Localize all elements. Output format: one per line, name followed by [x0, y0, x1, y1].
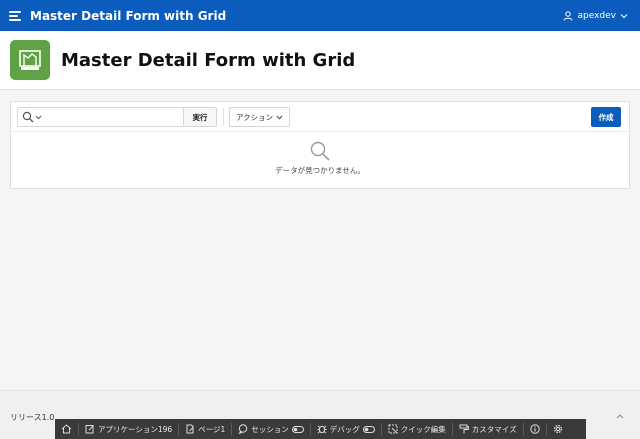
- report-toolbar: 実行 アクション 作成: [11, 102, 629, 132]
- devbar-debug-label: デバッグ: [329, 424, 360, 434]
- devbar-customize[interactable]: カスタマイズ: [453, 419, 523, 439]
- developer-toolbar: アプリケーション196 ページ1 セッション デバッグ クイック編集 カスタマイ…: [55, 419, 586, 439]
- search-icon: [310, 141, 330, 161]
- toggle-icon: [362, 425, 375, 433]
- session-icon: [238, 424, 248, 434]
- toggle-icon: [291, 425, 304, 433]
- devbar-session[interactable]: セッション: [232, 419, 310, 439]
- devbar-application-label: アプリケーション196: [98, 424, 173, 434]
- create-button[interactable]: 作成: [591, 107, 621, 127]
- gear-icon: [553, 424, 562, 434]
- go-button[interactable]: 実行: [183, 107, 217, 127]
- devbar-page-label: ページ1: [198, 424, 226, 434]
- report-region: 実行 アクション 作成 データが見つかりません。: [10, 101, 630, 189]
- edit-icon: [85, 425, 94, 434]
- user-icon: [563, 10, 573, 21]
- chevron-down-icon: [35, 115, 42, 120]
- chevron-down-icon: [276, 115, 283, 120]
- app-title[interactable]: Master Detail Form with Grid: [30, 9, 226, 23]
- app-icon: [10, 40, 50, 80]
- devbar-application[interactable]: アプリケーション196: [79, 419, 178, 439]
- actions-menu-button[interactable]: アクション: [229, 107, 290, 127]
- devbar-home[interactable]: [55, 419, 78, 439]
- chevron-down-icon: [620, 13, 628, 18]
- empty-message: データが見つかりません。: [275, 166, 365, 175]
- toolbar-divider: [223, 108, 224, 126]
- info-icon: [529, 424, 540, 434]
- devbar-settings[interactable]: [547, 419, 569, 439]
- no-data-found: データが見つかりません。: [11, 140, 629, 176]
- menu-icon[interactable]: [9, 10, 21, 21]
- search-box: [17, 107, 185, 127]
- map-icon: [19, 50, 41, 70]
- home-icon: [61, 424, 72, 434]
- top-navigation-bar: Master Detail Form with Grid apexdev: [0, 0, 640, 31]
- chevron-up-icon: [616, 414, 624, 419]
- user-menu[interactable]: apexdev: [563, 0, 628, 31]
- devbar-info[interactable]: [524, 419, 546, 439]
- page-edit-icon: [186, 424, 195, 434]
- quick-edit-icon: [388, 424, 398, 434]
- scroll-to-top-button[interactable]: [612, 408, 628, 424]
- devbar-quick-edit[interactable]: クイック編集: [382, 419, 452, 439]
- page-title: Master Detail Form with Grid: [61, 49, 356, 71]
- devbar-session-label: セッション: [251, 424, 289, 434]
- search-icon: [22, 111, 34, 123]
- devbar-page[interactable]: ページ1: [179, 419, 231, 439]
- search-column-selector[interactable]: [22, 111, 42, 123]
- page-title-bar: Master Detail Form with Grid: [0, 31, 640, 90]
- actions-label: アクション: [235, 112, 274, 122]
- user-name: apexdev: [577, 10, 616, 21]
- devbar-customize-label: カスタマイズ: [471, 424, 517, 434]
- devbar-debug[interactable]: デバッグ: [311, 419, 381, 439]
- bug-icon: [317, 425, 327, 434]
- paint-roller-icon: [459, 424, 469, 434]
- search-input[interactable]: [44, 109, 182, 125]
- release-label: リリース1.0: [10, 413, 55, 422]
- devbar-quick-edit-label: クイック編集: [400, 424, 446, 434]
